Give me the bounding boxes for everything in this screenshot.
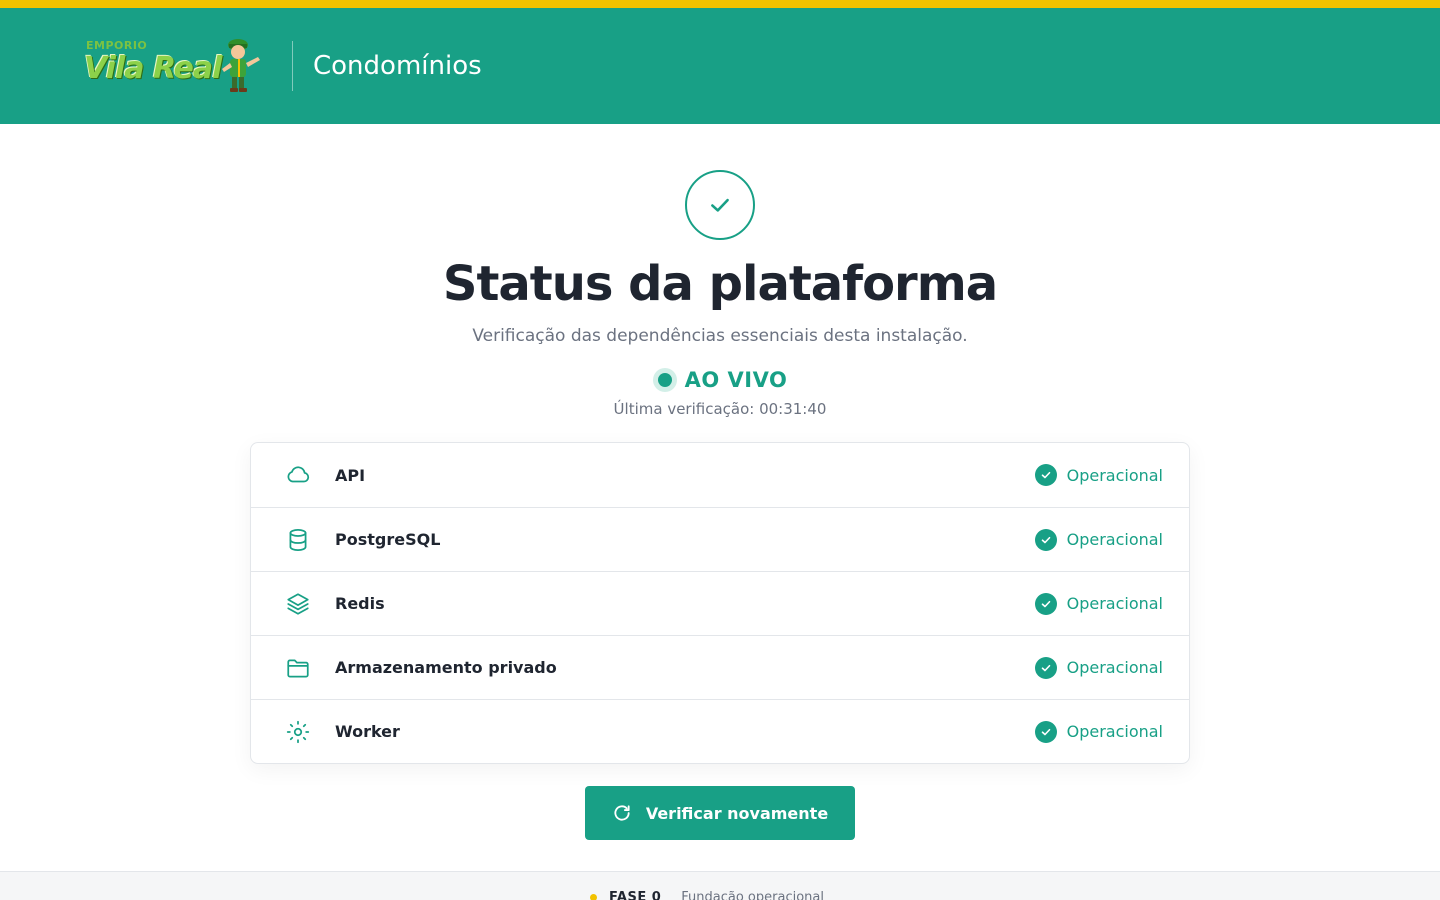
service-row-api: API Operacional xyxy=(251,443,1189,507)
phase-label: FASE 0 xyxy=(609,890,662,900)
service-status: Operacional xyxy=(1034,528,1163,551)
service-status: Operacional xyxy=(1034,656,1163,679)
logo-main-text: Vila Real xyxy=(84,51,222,86)
service-name: Armazenamento privado xyxy=(335,658,557,677)
refresh-icon xyxy=(612,803,632,823)
status-label: Operacional xyxy=(1066,722,1163,741)
live-dot-icon xyxy=(652,368,677,392)
layers-icon xyxy=(283,589,313,619)
page-subtitle: Verificação das dependências essenciais … xyxy=(472,326,968,346)
page-title: Status da plataforma xyxy=(442,256,998,312)
header-divider xyxy=(292,41,293,91)
service-row-postgresql: PostgreSQL Operacional xyxy=(251,507,1189,571)
recheck-button-label: Verificar novamente xyxy=(645,803,829,823)
service-row-worker: Worker Operacional xyxy=(251,699,1189,763)
status-main: Status da plataforma Verificação das dep… xyxy=(0,124,1440,840)
status-label: Operacional xyxy=(1066,594,1163,613)
status-label: Operacional xyxy=(1066,658,1163,677)
service-row-storage: Armazenamento privado Operacional xyxy=(251,635,1189,699)
service-status: Operacional xyxy=(1034,592,1163,615)
status-label: Operacional xyxy=(1066,465,1163,485)
mascot-icon xyxy=(222,39,260,92)
brand-logo[interactable]: EMPORIO Vila Real xyxy=(84,33,264,99)
check-circle-icon xyxy=(1034,464,1057,486)
check-circle-icon xyxy=(1034,528,1057,551)
service-name: Worker xyxy=(335,722,400,741)
service-name: PostgreSQL xyxy=(335,530,441,549)
services-card: API Operacional PostgreSQL Operacional R… xyxy=(250,442,1190,764)
database-icon xyxy=(283,525,313,555)
app-header: EMPORIO Vila Real Condomínios xyxy=(0,8,1440,124)
top-accent-bar xyxy=(0,0,1440,8)
phase-description: Fundação operacional xyxy=(681,890,824,900)
live-label: AO VIVO xyxy=(684,368,788,392)
recheck-button[interactable]: Verificar novamente xyxy=(585,786,855,840)
app-title: Condomínios xyxy=(313,51,482,81)
service-status: Operacional xyxy=(1034,720,1163,743)
last-check-timestamp: Última verificação: 00:31:40 xyxy=(613,400,827,418)
footer-phase-info: FASE 0 Fundação operacional xyxy=(590,890,824,900)
phase-dot-icon xyxy=(590,894,597,900)
service-row-redis: Redis Operacional xyxy=(251,571,1189,635)
check-circle-icon xyxy=(1034,656,1057,679)
service-name: API xyxy=(335,465,366,485)
service-name: Redis xyxy=(335,594,385,613)
cloud-icon xyxy=(283,460,313,490)
service-status: Operacional xyxy=(1034,464,1163,486)
sun-icon xyxy=(283,717,313,747)
check-circle-icon xyxy=(1034,592,1057,615)
page-footer: FASE 0 Fundação operacional xyxy=(0,871,1440,900)
check-circle-icon xyxy=(1034,720,1057,743)
status-check-icon xyxy=(685,170,755,240)
status-label: Operacional xyxy=(1066,530,1163,549)
folder-icon xyxy=(283,653,313,683)
live-indicator: AO VIVO xyxy=(652,368,788,392)
